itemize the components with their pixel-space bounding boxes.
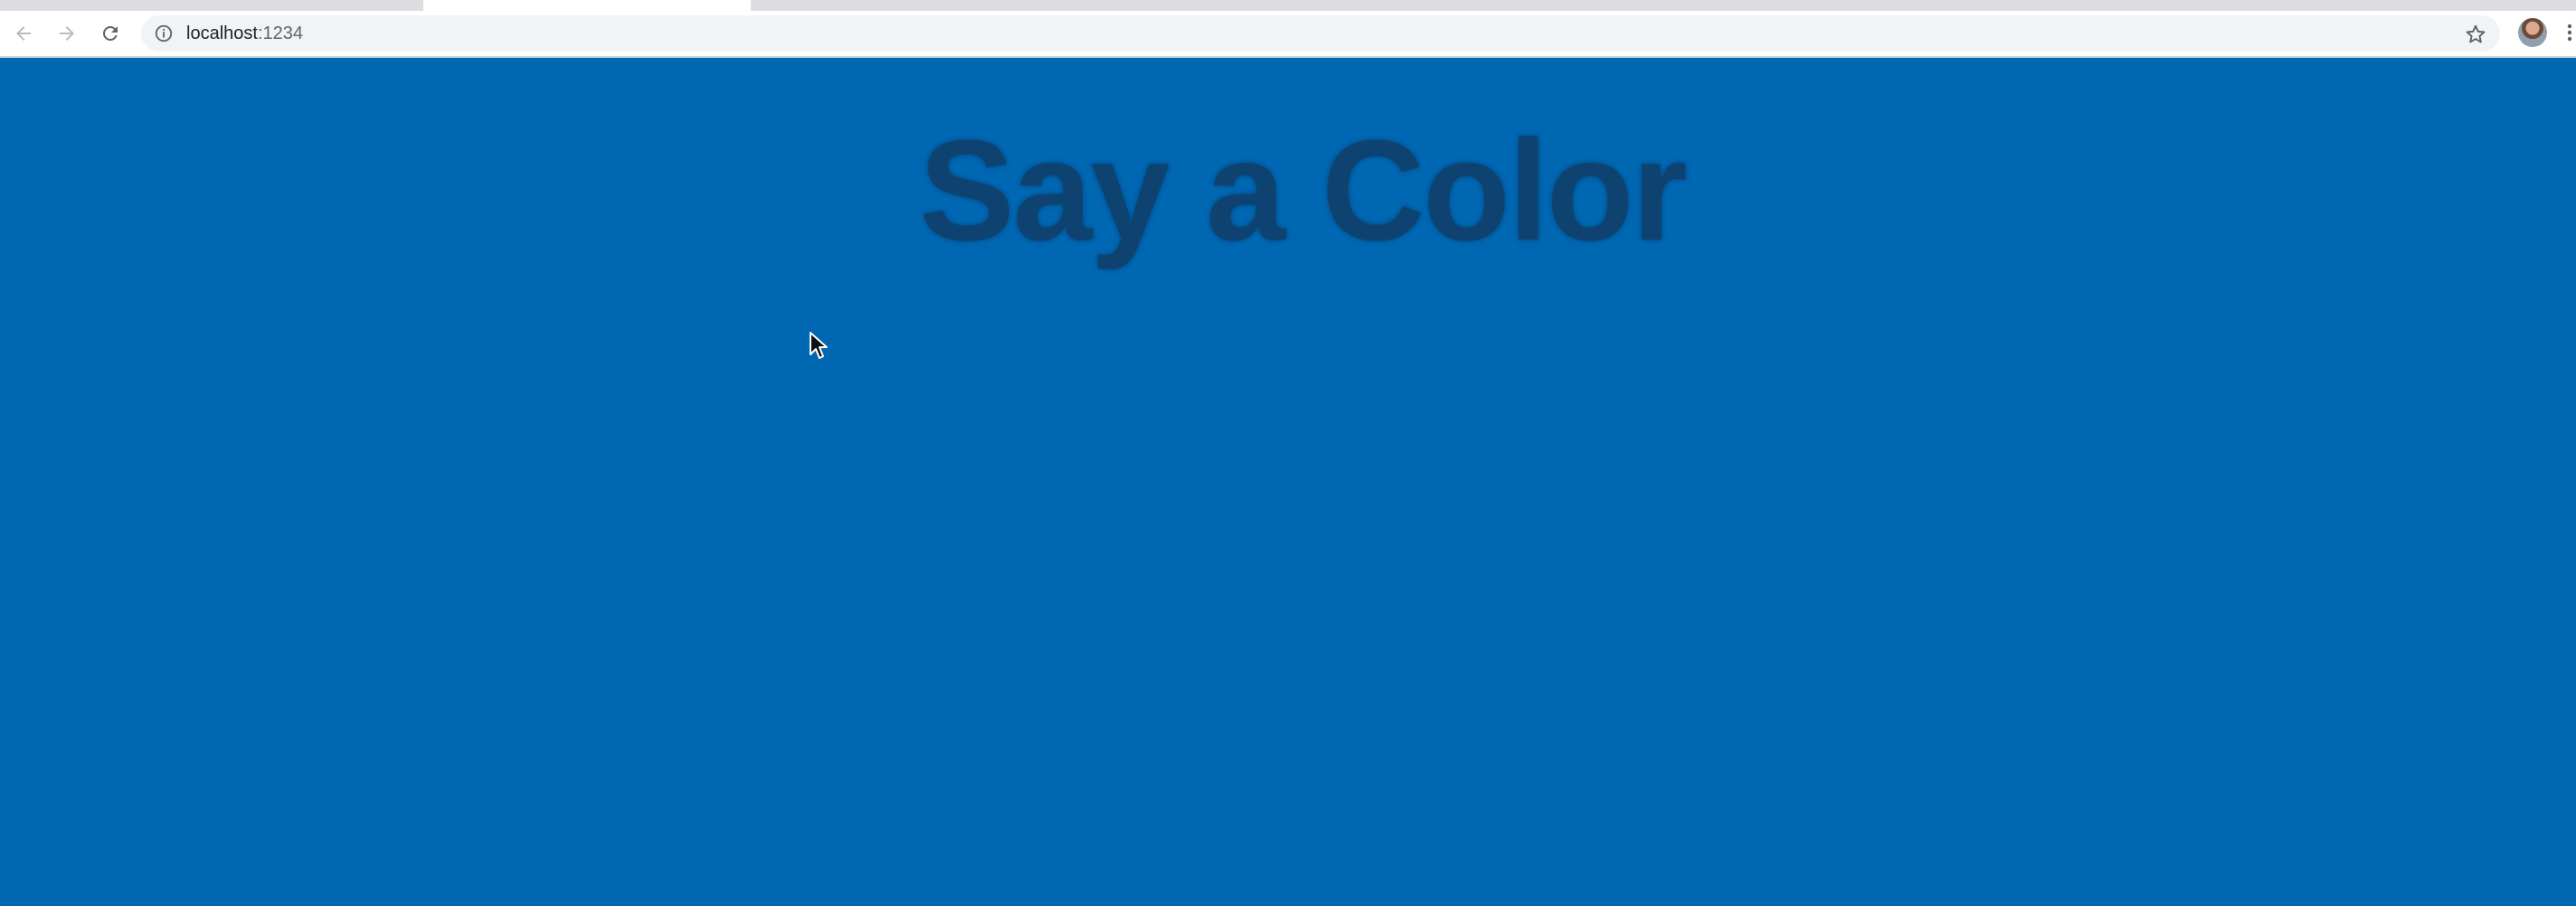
arrow-right-icon bbox=[60, 26, 74, 41]
address-bar[interactable]: localhost:1234 bbox=[141, 15, 2500, 52]
profile-avatar[interactable] bbox=[2518, 18, 2547, 47]
kebab-menu-icon[interactable] bbox=[2563, 18, 2576, 47]
url-port: :1234 bbox=[257, 24, 303, 43]
forward-button[interactable] bbox=[45, 11, 89, 56]
back-button[interactable] bbox=[2, 11, 45, 56]
browser-window: localhost:1234 Say a Color bbox=[0, 0, 2576, 906]
url-host: localhost bbox=[186, 24, 258, 43]
tab-strip bbox=[0, 0, 2576, 11]
arrow-left-icon bbox=[16, 26, 31, 41]
mouse-cursor-icon bbox=[810, 332, 828, 359]
star-icon[interactable] bbox=[2464, 23, 2487, 46]
active-tab[interactable] bbox=[423, 0, 751, 11]
url-text: localhost:1234 bbox=[186, 15, 303, 52]
reload-button[interactable] bbox=[89, 11, 132, 56]
page-title: Say a Color bbox=[919, 111, 1687, 270]
reload-icon bbox=[102, 25, 118, 41]
page-content: Say a Color bbox=[0, 58, 2576, 906]
info-icon[interactable] bbox=[154, 24, 174, 43]
